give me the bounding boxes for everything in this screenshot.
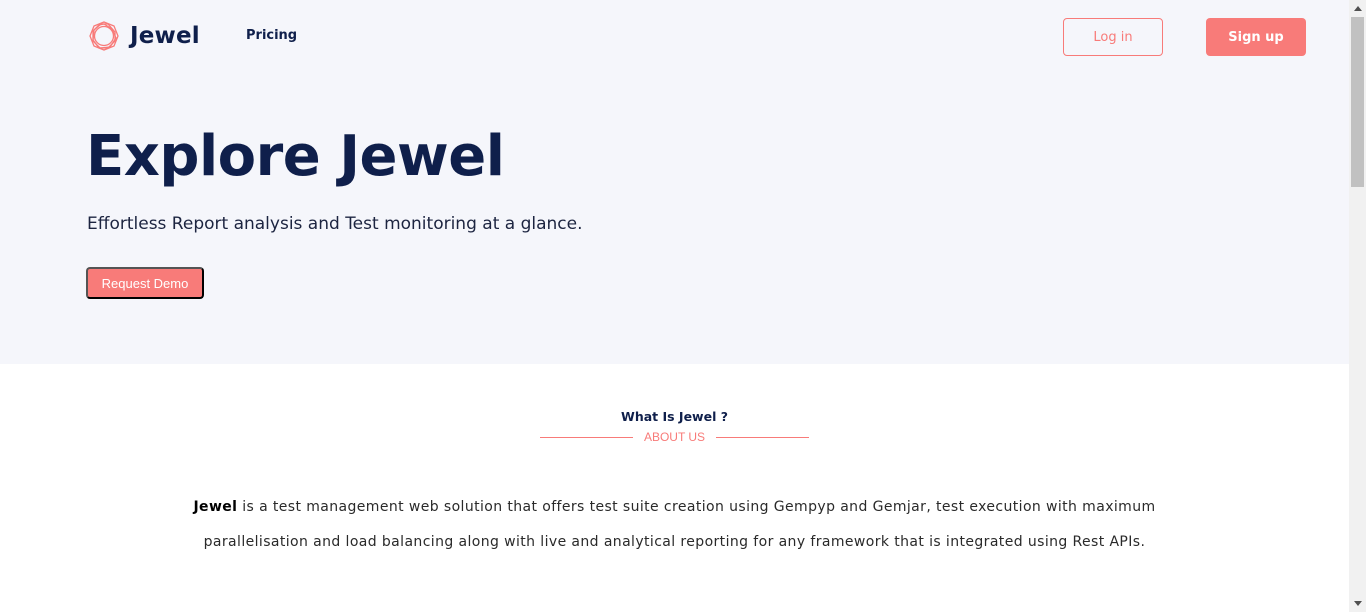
login-button[interactable]: Log in	[1063, 18, 1163, 56]
hero-section: Jewel Pricing Log in Sign up Explore Jew…	[0, 0, 1349, 364]
scroll-up-button[interactable]	[1349, 0, 1366, 17]
about-body: Jewel is a test management web solution …	[160, 490, 1189, 560]
scroll-thumb[interactable]	[1351, 17, 1364, 187]
page: Jewel Pricing Log in Sign up Explore Jew…	[0, 0, 1366, 612]
signup-button[interactable]: Sign up	[1206, 18, 1306, 56]
about-body-brand: Jewel	[193, 499, 238, 515]
triangle-down-icon	[1353, 601, 1362, 606]
logo-text: Jewel	[130, 23, 200, 49]
triangle-up-icon	[1353, 6, 1362, 11]
about-label-row: ABOUT US	[540, 429, 809, 445]
logo[interactable]: Jewel	[88, 19, 200, 53]
about-body-text: is a test management web solution that o…	[203, 499, 1156, 550]
scroll-down-button[interactable]	[1349, 595, 1366, 612]
about-heading: What Is Jewel ?	[621, 409, 728, 424]
nav-pricing-link[interactable]: Pricing	[246, 28, 297, 43]
viewport: Jewel Pricing Log in Sign up Explore Jew…	[0, 0, 1349, 612]
hero-subtitle: Effortless Report analysis and Test moni…	[87, 214, 583, 234]
polygon-ring-logo-icon	[89, 21, 119, 51]
vertical-scrollbar[interactable]	[1349, 0, 1366, 612]
hero-title: Explore Jewel	[86, 124, 505, 189]
request-demo-button[interactable]: Request Demo	[86, 267, 204, 299]
divider-line-right	[716, 436, 809, 438]
divider-line-left	[540, 436, 633, 438]
about-label: ABOUT US	[643, 430, 706, 444]
